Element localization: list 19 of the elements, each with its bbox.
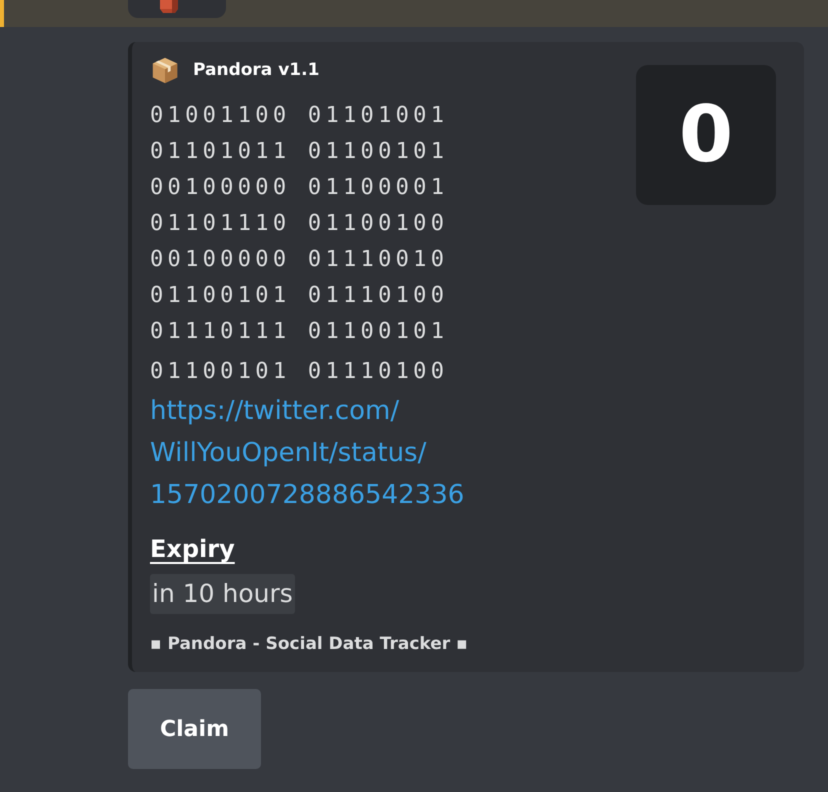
mention-bar xyxy=(0,0,4,27)
tweet-link[interactable]: https://twitter.com/WillYouOpenIt/status/1570200728886542336 xyxy=(150,390,550,516)
binary-text-line: 01110111 01100101 xyxy=(150,318,448,346)
package-icon xyxy=(150,55,180,85)
binary-text-line: 01100101 01110100 xyxy=(150,358,448,386)
embed-footer: ▪ Pandora - Social Data Tracker ▪ xyxy=(150,632,468,656)
binary-text-line: 01100101 01110100 xyxy=(150,282,448,310)
embed-title: Pandora v1.1 xyxy=(193,60,320,80)
reaction-button[interactable] xyxy=(128,0,226,18)
binary-text-line: 01001100 01101001 xyxy=(150,102,448,130)
claim-button[interactable]: Claim xyxy=(128,689,261,769)
binary-text-line: 01101011 01100101 xyxy=(150,138,448,166)
binary-text-line: 01101110 01100100 xyxy=(150,210,448,238)
field-value: in 10 hours xyxy=(150,574,295,614)
binary-text-line: 00100000 01100001 xyxy=(150,174,448,202)
binary-text-line: 00100000 01110010 xyxy=(150,246,448,274)
field-name: Expiry xyxy=(150,534,235,565)
brick-icon xyxy=(160,0,178,13)
counter-tile: 0 xyxy=(636,65,776,205)
